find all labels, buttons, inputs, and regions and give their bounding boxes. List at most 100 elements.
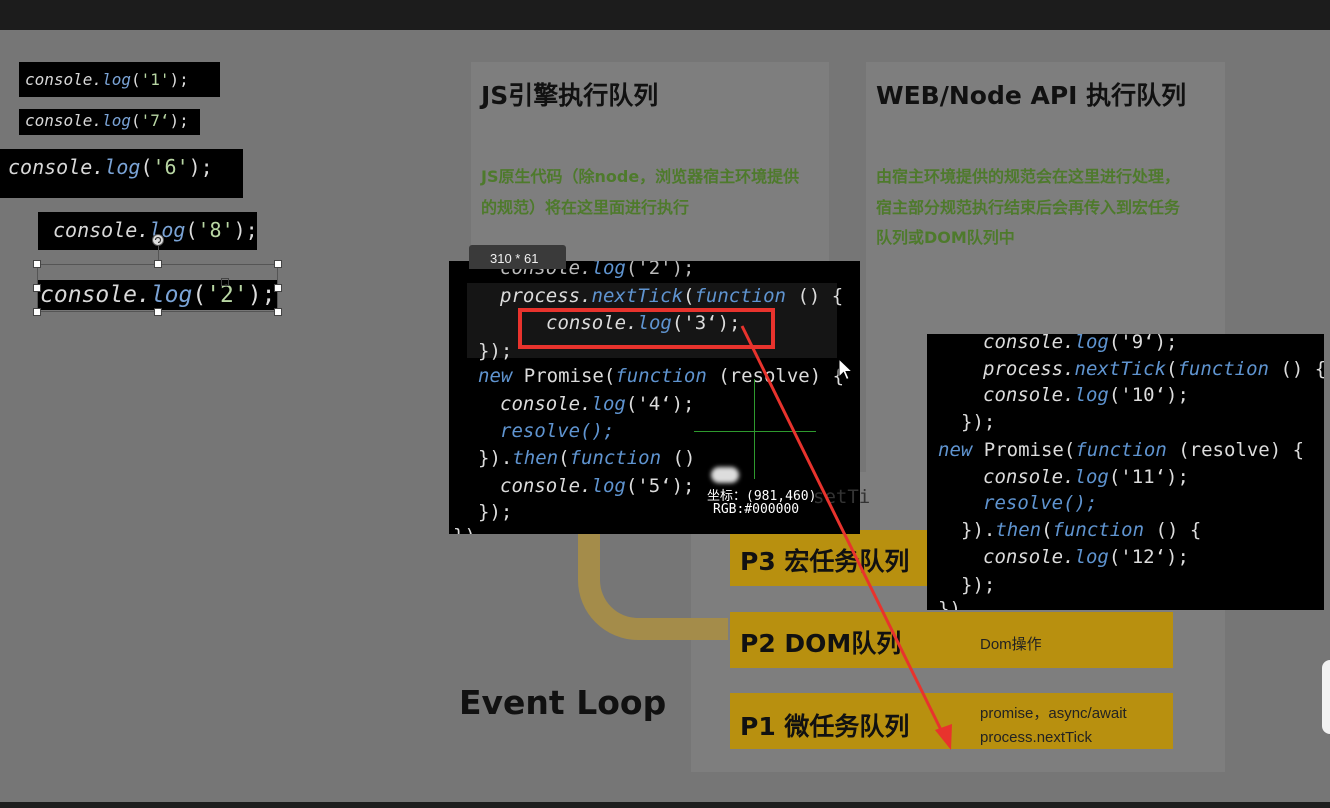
web-api-desc-line1: 由宿主环境提供的规范会在这里进行处理， xyxy=(876,167,1181,186)
highlight-rect[interactable] xyxy=(518,308,775,349)
code-line: }) xyxy=(453,525,476,534)
tok: ('11‘); xyxy=(1108,466,1189,488)
resize-handle[interactable] xyxy=(154,308,162,316)
event-loop-title: Event Loop xyxy=(459,683,667,722)
resize-handle[interactable] xyxy=(274,284,282,292)
code-line: process.nextTick(function () { xyxy=(500,285,843,307)
mouse-cursor-icon xyxy=(838,358,854,381)
code-chip-6[interactable]: console.log('6'); xyxy=(0,149,243,198)
queue-p2-note: Dom操作 xyxy=(980,636,1042,653)
size-badge: 310 * 61 xyxy=(469,245,566,269)
resize-handle[interactable] xyxy=(154,260,162,268)
chip-str: '8' xyxy=(197,218,234,242)
js-engine-title: JS引擎执行队列 xyxy=(481,81,659,110)
crosshair-v xyxy=(754,379,755,479)
chip-fn: log xyxy=(104,155,141,179)
code-screenshot-left[interactable]: console.log('2'); process.nextTick(funct… xyxy=(449,261,860,534)
chip-fn: log xyxy=(102,111,131,130)
tok: function xyxy=(615,365,707,387)
web-api-desc-line2: 宿主部分规范执行结束后会再传入到宏任务 xyxy=(876,198,1181,217)
tok: process. xyxy=(983,358,1075,380)
crop-handle[interactable] xyxy=(221,278,229,286)
tok: log xyxy=(1074,334,1109,353)
tok: console. xyxy=(983,384,1075,406)
js-engine-desc-line2: 的规范）将在这里面进行执行 xyxy=(481,198,690,217)
tok: () { xyxy=(1144,519,1202,541)
tok: console. xyxy=(983,334,1075,353)
code-line: console.log('12‘); xyxy=(983,546,1189,568)
code-screenshot-right[interactable]: console.log('9‘); process.nextTick(funct… xyxy=(927,334,1324,610)
chip-close: ); xyxy=(169,111,189,130)
tok: }). xyxy=(961,519,996,541)
chip-obj: console. xyxy=(25,70,103,89)
code-line: }); xyxy=(478,501,513,523)
resize-handle[interactable] xyxy=(274,260,282,268)
resize-handle[interactable] xyxy=(274,308,282,316)
tok: () { xyxy=(786,285,844,307)
tok: () xyxy=(661,447,696,469)
code-line: resolve(); xyxy=(500,420,615,442)
tok: ('9‘); xyxy=(1108,334,1178,353)
chip-str: '7‘ xyxy=(140,111,170,130)
chip-obj: console. xyxy=(8,155,105,179)
chip-close: ); xyxy=(233,218,258,242)
code-chip-1[interactable]: console.log('1'); xyxy=(19,62,220,97)
tok: nextTick xyxy=(591,285,684,307)
queue-p1-label: P1 微任务队列 xyxy=(740,712,910,741)
code-line: new Promise(function (resolve) { xyxy=(938,439,1304,461)
tok: ('2'); xyxy=(625,261,695,279)
tok: console. xyxy=(983,466,1075,488)
code-chip-8[interactable]: console.log('8'); xyxy=(38,212,258,250)
code-chip-7[interactable]: console.log('7‘); xyxy=(19,109,200,135)
tok: then xyxy=(512,447,559,469)
tok: new xyxy=(938,439,984,461)
chip-obj: console. xyxy=(25,111,103,130)
resize-handle[interactable] xyxy=(33,284,41,292)
tok: log xyxy=(1074,546,1109,568)
magnifier-blob xyxy=(711,467,739,483)
rotate-handle-icon[interactable] xyxy=(151,233,165,247)
queue-p3-label: P3 宏任务队列 xyxy=(740,547,910,576)
tok: ( xyxy=(558,447,570,469)
code-line: console.log('9‘); xyxy=(983,334,1177,353)
chip-open: ( xyxy=(130,111,141,130)
edge-tab[interactable] xyxy=(1322,660,1330,734)
handle-connector xyxy=(158,246,159,260)
tok: ( xyxy=(1166,358,1178,380)
tok: nextTick xyxy=(1074,358,1167,380)
tok: }). xyxy=(478,447,513,469)
code-line: }); xyxy=(961,411,996,433)
window-top-bar xyxy=(0,0,1330,32)
tok: (resolve) { xyxy=(706,365,845,387)
crosshair-h xyxy=(694,431,816,432)
queue-p3-macrotask: P3 宏任务队列 xyxy=(730,530,930,586)
event-loop-arc xyxy=(578,530,728,640)
picker-rgb: RGB:#000000 xyxy=(713,502,800,517)
code-line: }).then(function () xyxy=(478,447,695,469)
queue-p2-dom: P2 DOM队列 Dom操作 xyxy=(730,612,1173,668)
tok: (resolve) { xyxy=(1166,439,1305,461)
tok: () { xyxy=(1269,358,1324,380)
tok: process. xyxy=(500,285,592,307)
resize-handle[interactable] xyxy=(33,308,41,316)
chip-open: ( xyxy=(140,155,153,179)
tok: ('12‘); xyxy=(1108,546,1189,568)
js-engine-desc-line1: JS原生代码（除node，浏览器宿主环境提供 xyxy=(481,167,800,186)
queue-p1-note-2: process.nextTick xyxy=(980,729,1092,746)
tok: ( xyxy=(1041,519,1053,541)
resize-handle[interactable] xyxy=(33,260,41,268)
queue-p1-note-1: promise，async/await xyxy=(980,705,1127,722)
tok: log xyxy=(591,393,626,415)
tok: ('10‘); xyxy=(1108,384,1189,406)
tok: ( xyxy=(683,285,695,307)
web-api-desc-line3: 队列或DOM队列中 xyxy=(876,228,1015,247)
code-line: process.nextTick(function () { xyxy=(983,358,1324,380)
chip-close: ); xyxy=(188,155,213,179)
tok: Promise( xyxy=(983,439,1076,461)
code-line: console.log('5‘); xyxy=(500,475,694,497)
tok: function xyxy=(1075,439,1167,461)
selection-box[interactable] xyxy=(37,264,278,312)
code-line: new Promise(function (resolve) { xyxy=(478,365,844,387)
chip-fn: log xyxy=(102,70,131,89)
tok: Promise( xyxy=(523,365,616,387)
